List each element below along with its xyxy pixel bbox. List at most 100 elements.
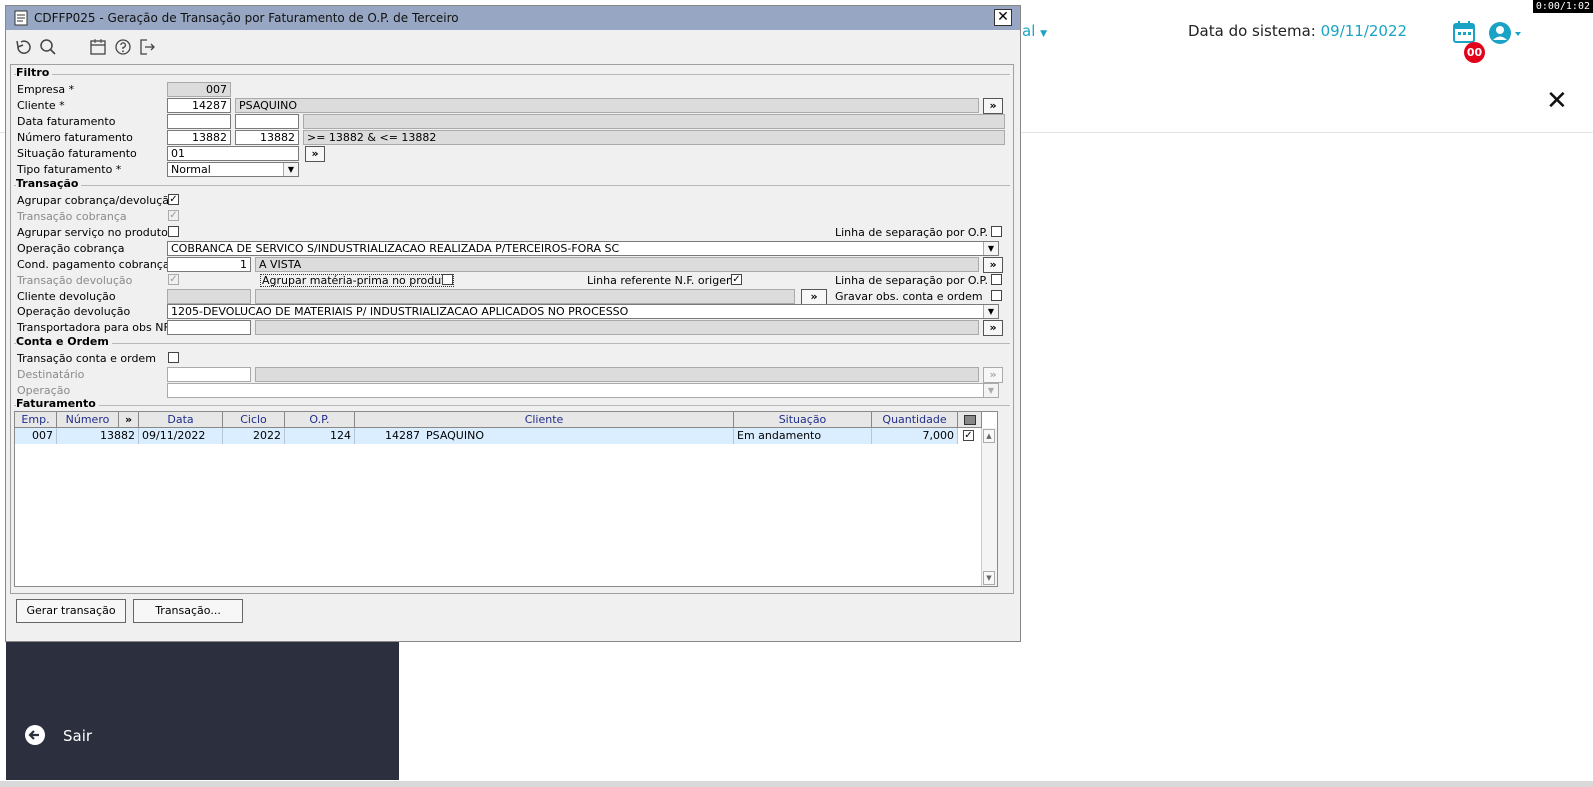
data-to-field[interactable]	[235, 114, 299, 129]
operacao-conta-ordem-select[interactable]: ▼	[167, 383, 999, 398]
section-divider	[14, 405, 1010, 406]
cliente-label: Cliente *	[17, 99, 65, 112]
operacao-devolucao-label: Operação devolução	[17, 305, 131, 318]
empresa-field[interactable]: 007	[167, 82, 231, 97]
transacao-button[interactable]: Transação...	[133, 599, 243, 623]
agrupar-cobranca-label: Agrupar cobrança/devolução	[17, 194, 176, 207]
system-date: Data do sistema: 09/11/2022	[1188, 22, 1407, 40]
empresa-label: Empresa *	[17, 83, 75, 96]
agrupar-cobranca-checkbox[interactable]: ✓	[168, 194, 179, 205]
transacao-devolucao-checkbox[interactable]: ✓	[168, 274, 179, 285]
column-header-select-all[interactable]	[958, 412, 982, 428]
destinatario-code-field[interactable]	[167, 367, 251, 382]
gravar-obs-checkbox[interactable]	[991, 290, 1002, 301]
transportadora-code-field[interactable]	[167, 320, 251, 335]
cliente-name-field: PSAQUINO	[235, 98, 979, 113]
column-header-quantidade[interactable]: Quantidade	[872, 412, 958, 428]
column-header-numero[interactable]: Número	[57, 412, 119, 428]
document-icon	[14, 10, 28, 26]
user-avatar-icon[interactable]	[1488, 20, 1524, 46]
column-header-data[interactable]: Data	[139, 412, 223, 428]
transportadora-lookup-button[interactable]: »	[983, 320, 1003, 336]
data-from-field[interactable]	[167, 114, 231, 129]
scroll-down-icon[interactable]: ▼	[983, 571, 995, 585]
destinatario-label: Destinatário	[17, 368, 85, 381]
column-header-op[interactable]: O.P.	[285, 412, 355, 428]
chevron-down-icon[interactable]: ▼	[983, 305, 998, 318]
cell-situacao: Em andamento	[734, 428, 872, 444]
calendar-icon[interactable]	[89, 38, 107, 56]
gerar-transacao-button[interactable]: Gerar transação	[16, 599, 126, 623]
operacao-cobranca-label: Operação cobrança	[17, 242, 125, 255]
transacao-cobranca-checkbox[interactable]: ✓	[168, 210, 179, 221]
sidebar: Sair	[6, 640, 399, 780]
operacao-devolucao-select[interactable]: 1205-DEVOLUCAO DE MATERIAIS P/ INDUSTRIA…	[167, 304, 999, 319]
nav-menu-label: al	[1022, 22, 1036, 40]
undo-icon[interactable]	[14, 38, 32, 56]
chevron-down-icon[interactable]: ▼	[983, 384, 998, 397]
cond-pagamento-lookup-button[interactable]: »	[983, 257, 1003, 273]
cliente-devolucao-name-field	[255, 289, 795, 304]
caret-down-icon: ▼	[1040, 29, 1048, 39]
operacao-cobranca-select[interactable]: COBRANCA DE SERVICO S/INDUSTRIALIZACAO R…	[167, 241, 999, 256]
exit-icon[interactable]	[138, 38, 156, 56]
column-header-cliente[interactable]: Cliente	[355, 412, 734, 428]
search-icon[interactable]	[39, 38, 57, 56]
agrupar-materia-checkbox[interactable]	[442, 274, 453, 285]
window-title: CDFFP025 - Geração de Transação por Fatu…	[34, 11, 459, 25]
cliente-devolucao-lookup-button[interactable]: »	[801, 289, 827, 305]
system-date-label: Data do sistema:	[1188, 22, 1316, 40]
calendar-icon[interactable]	[1453, 20, 1475, 44]
cliente-lookup-button[interactable]: »	[983, 98, 1003, 114]
cell-cliente-name: PSAQUINO	[423, 428, 734, 444]
sidebar-item-sair[interactable]: Sair	[63, 727, 92, 745]
close-icon[interactable]: ✕	[1546, 86, 1568, 116]
cond-pagamento-name-field: A VISTA	[255, 257, 979, 272]
nav-menu-partial[interactable]: al ▼	[1022, 22, 1047, 40]
section-filtro-title: Filtro	[16, 66, 53, 79]
numero-from-field[interactable]: 13882	[167, 130, 231, 145]
chevron-down-icon[interactable]: ▼	[983, 242, 998, 255]
gravar-obs-label: Gravar obs. conta e ordem	[835, 290, 983, 303]
numero-expression-field: >= 13882 & <= 13882	[303, 130, 1005, 145]
column-header-emp[interactable]: Emp.	[15, 412, 57, 428]
data-faturamento-label: Data faturamento	[17, 115, 116, 128]
faturamento-grid: Emp. Número » Data Ciclo O.P. Cliente Si…	[14, 411, 998, 587]
situacao-lookup-button[interactable]: »	[305, 146, 325, 162]
cond-pagamento-code-field[interactable]: 1	[167, 257, 251, 272]
numero-to-field[interactable]: 13882	[235, 130, 299, 145]
column-header-ciclo[interactable]: Ciclo	[223, 412, 285, 428]
select-all-icon	[963, 415, 976, 425]
exit-arrow-icon[interactable]	[24, 724, 46, 746]
timer: 0:00/1:02	[1532, 0, 1593, 13]
linha-referente-checkbox[interactable]: ✓	[731, 274, 742, 285]
transacao-conta-ordem-label: Transação conta e ordem	[17, 352, 156, 365]
form-content: Filtro Empresa * 007 Cliente * 14287 PSA…	[10, 64, 1014, 594]
cliente-devolucao-label: Cliente devolução	[17, 290, 116, 303]
dialog-window: CDFFP025 - Geração de Transação por Fatu…	[5, 5, 1021, 642]
tipo-faturamento-select[interactable]: Normal ▼	[167, 162, 299, 177]
cell-data: 09/11/2022	[139, 428, 223, 444]
transacao-conta-ordem-checkbox[interactable]	[168, 352, 179, 363]
transportadora-name-field	[255, 320, 979, 335]
column-header-situacao[interactable]: Situação	[734, 412, 872, 428]
data-expression-field	[303, 114, 1005, 129]
toolbar	[6, 30, 1020, 62]
linha-separacao-2-checkbox[interactable]	[991, 274, 1002, 285]
help-icon[interactable]	[114, 38, 132, 56]
row-select-checkbox[interactable]: ✓	[963, 430, 974, 441]
title-bar[interactable]: CDFFP025 - Geração de Transação por Fatu…	[6, 6, 1020, 30]
section-divider	[14, 185, 1010, 186]
destinatario-lookup-button[interactable]: »	[983, 367, 1003, 383]
column-header-expand[interactable]: »	[119, 412, 139, 428]
linha-separacao-checkbox[interactable]	[991, 226, 1002, 237]
vertical-scrollbar[interactable]: ▲ ▼	[981, 428, 997, 586]
cliente-devolucao-code-field[interactable]	[167, 289, 251, 304]
cliente-code-field[interactable]: 14287	[167, 98, 231, 113]
window-close-button[interactable]: ✕	[994, 9, 1012, 26]
agrupar-servico-checkbox[interactable]	[168, 226, 179, 237]
scroll-up-icon[interactable]: ▲	[983, 429, 995, 443]
chevron-down-icon[interactable]: ▼	[283, 163, 298, 176]
situacao-field[interactable]: 01	[167, 146, 299, 161]
operacao-cobranca-value: COBRANCA DE SERVICO S/INDUSTRIALIZACAO R…	[171, 242, 620, 255]
